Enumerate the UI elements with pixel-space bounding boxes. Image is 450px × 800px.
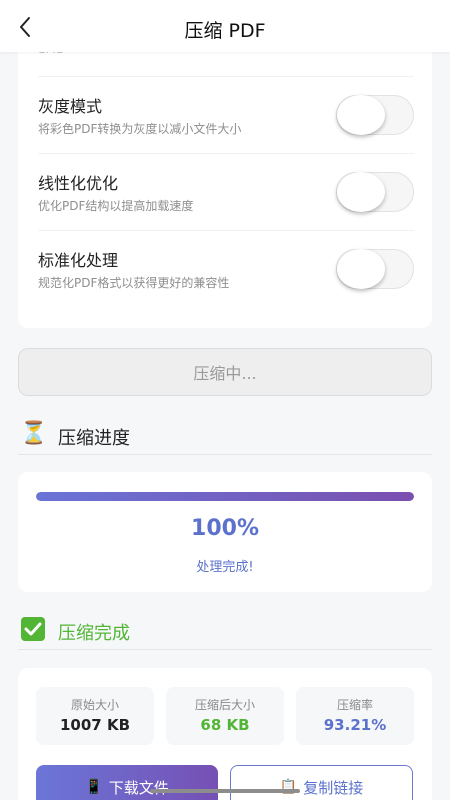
progress-section-header: ⏳ 压缩进度	[18, 415, 432, 455]
settings-card: 1MB 灰度模式 将彩色PDF转换为灰度以减小文件大小 线性化优化 优化PDF结…	[18, 20, 432, 328]
result-card: 原始大小 1007 KB 压缩后大小 68 KB 压缩率 93.21% 📱 下载…	[18, 668, 432, 800]
top-bar: 压缩 PDF	[0, 0, 450, 52]
stat-value: 1007 KB	[59, 716, 131, 734]
toggle-knob	[337, 172, 385, 212]
stat-compression-ratio: 压缩率 93.21%	[296, 687, 414, 745]
page-scroll-area[interactable]: 1MB 灰度模式 将彩色PDF转换为灰度以减小文件大小 线性化优化 优化PDF结…	[0, 0, 450, 800]
linearize-toggle[interactable]	[336, 172, 414, 212]
toggle-knob	[337, 95, 385, 135]
toggle-knob	[337, 249, 385, 289]
setting-desc: 将彩色PDF转换为灰度以减小文件大小	[38, 122, 242, 136]
stat-value: 68 KB	[200, 716, 250, 734]
stat-label: 压缩率	[336, 698, 373, 712]
copy-link-button[interactable]: 📋 复制链接	[230, 765, 413, 800]
setting-title: 标准化处理	[38, 251, 119, 270]
copy-label: 复制链接	[303, 778, 364, 797]
stat-label: 原始大小	[70, 698, 119, 712]
stat-label: 压缩后大小	[194, 698, 255, 712]
compress-button[interactable]: 压缩中...	[18, 348, 432, 396]
normalize-toggle[interactable]	[336, 249, 414, 289]
setting-desc: 优化PDF结构以提高加载速度	[38, 199, 194, 213]
phone-icon: 📱	[85, 779, 103, 795]
progress-percent: 100%	[191, 516, 259, 541]
setting-title: 线性化优化	[38, 174, 119, 193]
stat-original-size: 原始大小 1007 KB	[36, 687, 154, 745]
download-label: 下载文件	[108, 778, 169, 797]
download-button[interactable]: 📱 下载文件	[36, 765, 218, 800]
progress-bar-fill	[36, 492, 414, 501]
home-indicator	[150, 789, 300, 793]
setting-normalize: 标准化处理 规范化PDF格式以获得更好的兼容性	[38, 230, 414, 307]
progress-card: 100% 处理完成!	[18, 472, 432, 592]
stat-compressed-size: 压缩后大小 68 KB	[166, 687, 284, 745]
grayscale-toggle[interactable]	[336, 95, 414, 135]
setting-title: 灰度模式	[38, 97, 103, 116]
result-section-header: 压缩完成	[18, 610, 432, 650]
hourglass-icon: ⏳	[20, 421, 48, 446]
setting-grayscale: 灰度模式 将彩色PDF转换为灰度以减小文件大小	[38, 76, 414, 153]
setting-linearize: 线性化优化 优化PDF结构以提高加载速度	[38, 153, 414, 230]
result-title: 压缩完成	[58, 623, 130, 644]
progress-status: 处理完成!	[196, 560, 254, 575]
progress-title: 压缩进度	[58, 428, 130, 449]
setting-desc: 规范化PDF格式以获得更好的兼容性	[38, 276, 230, 290]
stat-value: 93.21%	[323, 716, 387, 734]
check-icon	[20, 616, 46, 642]
progress-bar	[36, 492, 414, 501]
page-title: 压缩 PDF	[184, 20, 266, 42]
